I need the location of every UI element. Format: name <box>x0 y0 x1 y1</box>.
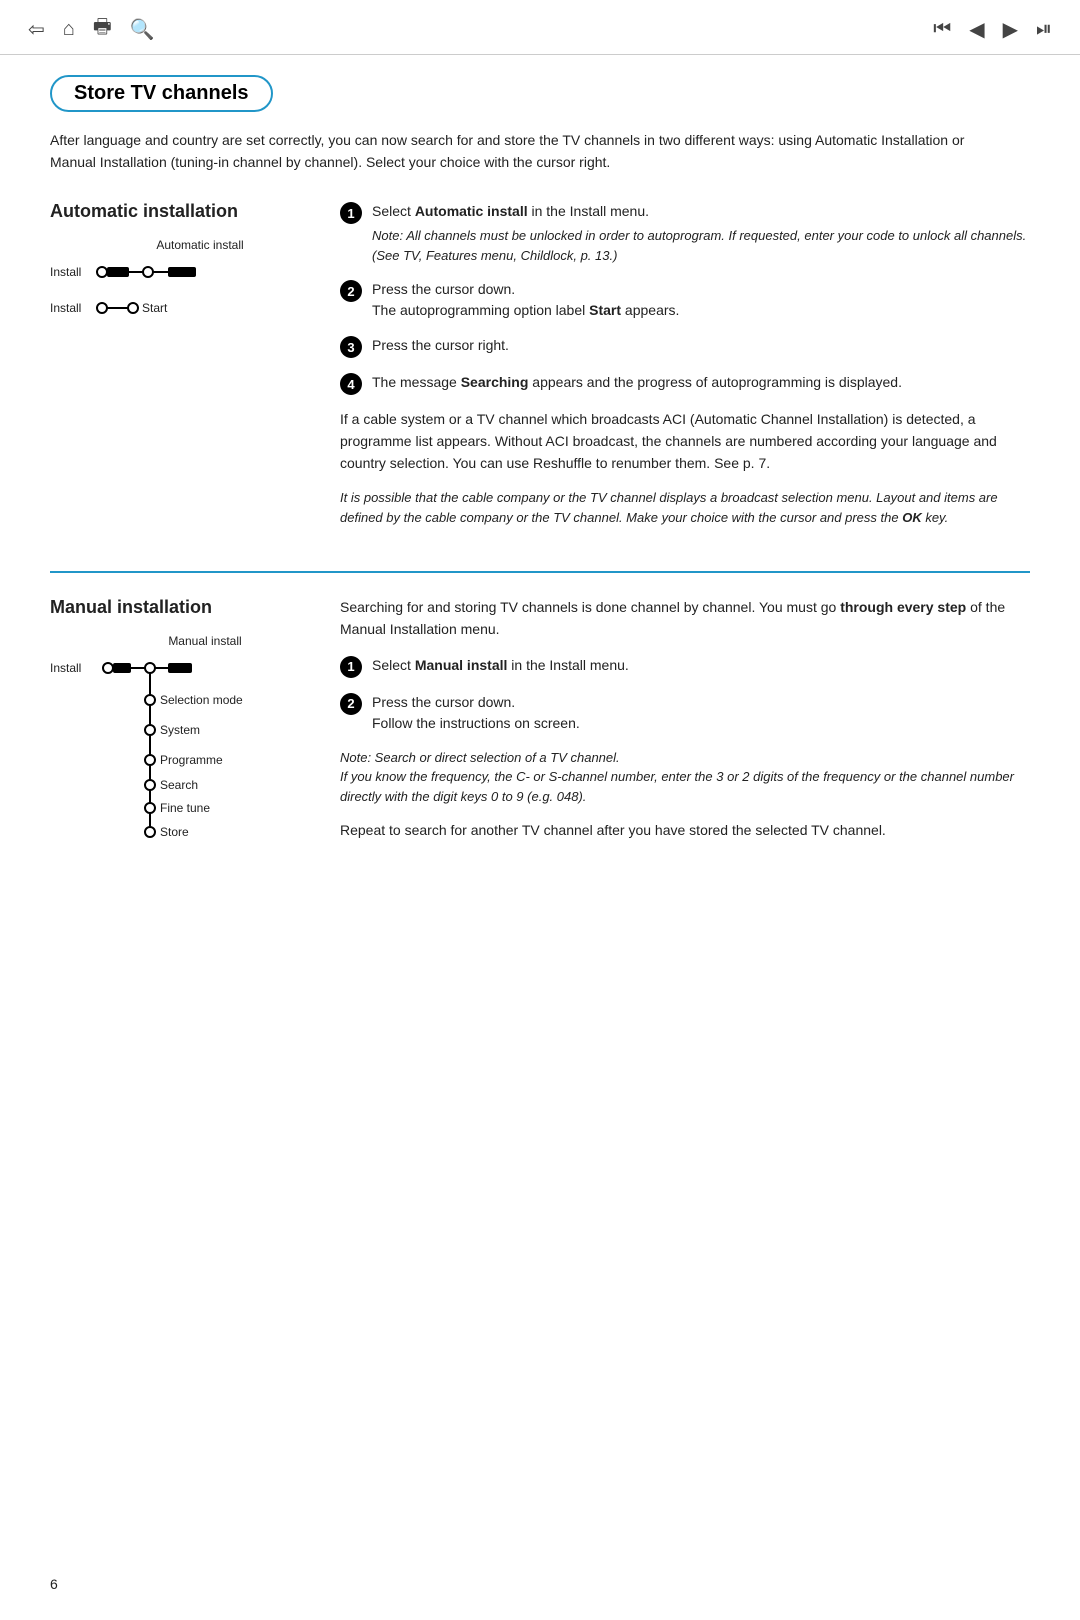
svg-text:System: System <box>160 723 200 737</box>
auto-step3-main: Press the cursor right. <box>372 337 509 353</box>
manual-step2-sub: Follow the instructions on screen. <box>372 713 1030 734</box>
auto-step4-main: The message Searching appears and the pr… <box>372 374 902 390</box>
svg-text:Install: Install <box>50 265 81 279</box>
manual-step-content-1: Select Manual install in the Install men… <box>372 655 1030 676</box>
skip-forward-icon[interactable]: ⏯ <box>1036 18 1052 41</box>
section-divider <box>50 571 1030 573</box>
intro-text: After language and country are set corre… <box>50 130 970 173</box>
svg-text:Start: Start <box>142 301 168 315</box>
print-icon[interactable]: 🖶 <box>93 12 112 46</box>
auto-diagram-label: Automatic install <box>50 238 310 252</box>
manual-note: Note: Search or direct selection of a TV… <box>340 748 1030 807</box>
auto-step-4: 4 The message Searching appears and the … <box>340 372 1030 395</box>
auto-diagram-svg: Install Install <box>50 254 270 324</box>
svg-text:Install: Install <box>50 301 81 315</box>
svg-text:Fine tune: Fine tune <box>160 801 210 815</box>
auto-para2: It is possible that the cable company or… <box>340 488 1030 527</box>
svg-text:Store: Store <box>160 825 189 839</box>
automatic-section: Automatic installation Automatic install… <box>50 201 1030 541</box>
manual-step-num-1: 1 <box>340 656 362 678</box>
page-title: Store TV channels <box>74 82 249 105</box>
svg-text:Selection mode: Selection mode <box>160 693 243 707</box>
automatic-diagram: Automatic install Install <box>50 238 310 327</box>
page-content: Store TV channels After language and cou… <box>0 55 1080 926</box>
manual-final-para: Repeat to search for another TV channel … <box>340 820 1030 842</box>
page-number: 6 <box>50 1576 58 1592</box>
manual-right: Searching for and storing TV channels is… <box>340 597 1030 856</box>
step-num-2: 2 <box>340 280 362 302</box>
manual-intro: Searching for and storing TV channels is… <box>340 597 1030 640</box>
top-navigation: ⇦ ⌂ 🖶 🔍 ⏮ ◀ ▶ ⏯ <box>0 0 1080 55</box>
auto-step-2: 2 Press the cursor down. The autoprogram… <box>340 279 1030 321</box>
svg-text:Search: Search <box>160 778 198 792</box>
prev-icon[interactable]: ◀ <box>969 17 984 42</box>
manual-section: Manual installation Manual install Insta… <box>50 597 1030 856</box>
back-arrow-icon[interactable]: ⇦ <box>28 17 45 42</box>
step-content-3: Press the cursor right. <box>372 335 1030 356</box>
auto-para1: If a cable system or a TV channel which … <box>340 409 1030 474</box>
automatic-right: 1 Select Automatic install in the Instal… <box>340 201 1030 541</box>
nav-right-icons: ⏮ ◀ ▶ ⏯ <box>933 17 1052 42</box>
step-num-1: 1 <box>340 202 362 224</box>
auto-step2-main: Press the cursor down. <box>372 279 1030 300</box>
svg-text:Install: Install <box>50 661 81 675</box>
auto-step1-main: Select Automatic install in the Install … <box>372 203 649 219</box>
manual-step-1: 1 Select Manual install in the Install m… <box>340 655 1030 678</box>
svg-text:Programme: Programme <box>160 753 223 767</box>
search-icon[interactable]: 🔍 <box>130 17 155 42</box>
manual-diagram: Manual install Install <box>50 634 310 853</box>
step-content-4: The message Searching appears and the pr… <box>372 372 1030 393</box>
auto-step2-sub: The autoprogramming option label Start a… <box>372 300 1030 321</box>
manual-step2-main: Press the cursor down. <box>372 692 1030 713</box>
home-icon[interactable]: ⌂ <box>63 18 75 41</box>
step-content-2: Press the cursor down. The autoprogrammi… <box>372 279 1030 321</box>
automatic-title: Automatic installation <box>50 201 310 222</box>
step-num-4: 4 <box>340 373 362 395</box>
manual-step-2: 2 Press the cursor down. Follow the inst… <box>340 692 1030 734</box>
next-icon[interactable]: ▶ <box>1003 17 1018 42</box>
manual-diagram-svg: Install Sele <box>50 650 270 850</box>
page-title-box: Store TV channels <box>50 75 273 112</box>
step-num-3: 3 <box>340 336 362 358</box>
manual-title: Manual installation <box>50 597 310 618</box>
manual-left: Manual installation Manual install Insta… <box>50 597 310 856</box>
auto-step-1: 1 Select Automatic install in the Instal… <box>340 201 1030 265</box>
manual-step1-main: Select Manual install in the Install men… <box>372 657 629 673</box>
manual-diagram-label: Manual install <box>50 634 310 648</box>
auto-step1-note: Note: All channels must be unlocked in o… <box>372 226 1030 265</box>
manual-step-content-2: Press the cursor down. Follow the instru… <box>372 692 1030 734</box>
automatic-left: Automatic installation Automatic install… <box>50 201 310 541</box>
step-content-1: Select Automatic install in the Install … <box>372 201 1030 265</box>
manual-step-num-2: 2 <box>340 693 362 715</box>
skip-back-icon[interactable]: ⏮ <box>933 18 951 41</box>
auto-step-3: 3 Press the cursor right. <box>340 335 1030 358</box>
nav-left-icons: ⇦ ⌂ 🖶 🔍 <box>28 12 155 46</box>
